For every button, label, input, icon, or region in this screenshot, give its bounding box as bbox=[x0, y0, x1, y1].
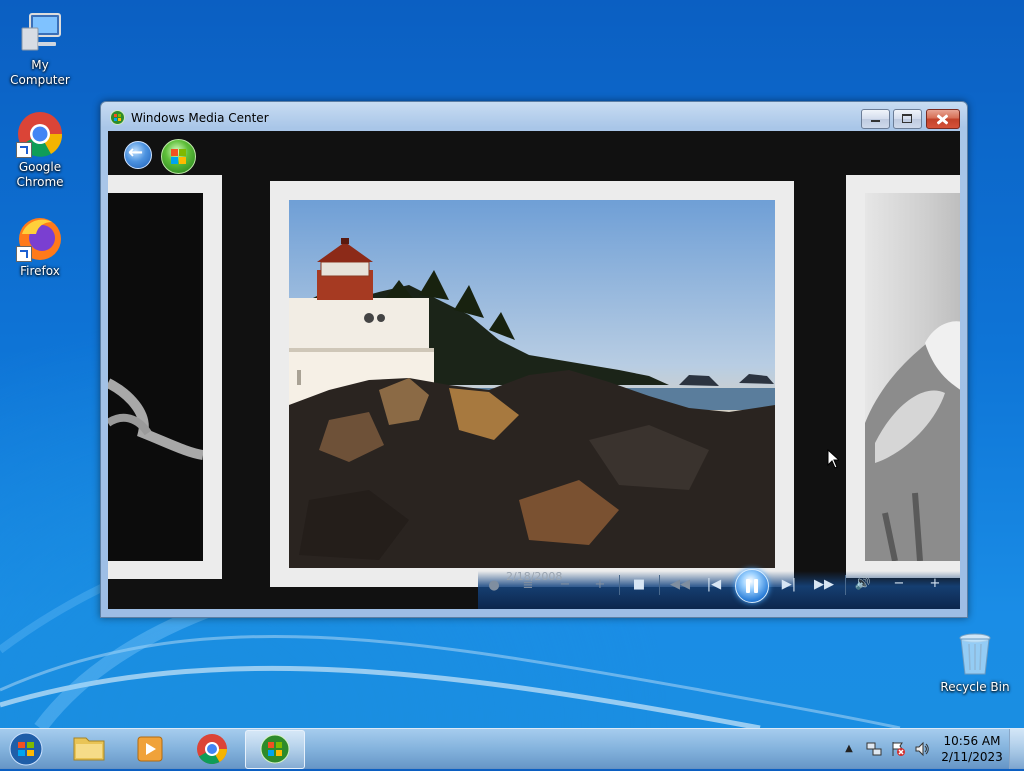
desktop-icon-firefox[interactable]: Firefox bbox=[0, 214, 80, 279]
maximize-button[interactable] bbox=[893, 109, 922, 129]
network-icon[interactable] bbox=[866, 741, 882, 757]
rating-icon[interactable]: ● bbox=[487, 578, 501, 594]
action-center-icon[interactable] bbox=[890, 741, 906, 757]
chrome-icon bbox=[197, 734, 227, 765]
show-desktop-button[interactable] bbox=[1009, 729, 1024, 769]
media-center-icon bbox=[110, 110, 125, 125]
taskbar-media-player[interactable] bbox=[121, 730, 179, 767]
clock-time[interactable]: 10:56 AM bbox=[937, 734, 1007, 748]
previous-photo-image bbox=[108, 193, 203, 561]
desktop-icon-google-chrome[interactable]: Google Chrome bbox=[0, 110, 80, 190]
shortcut-arrow-icon bbox=[16, 246, 32, 262]
computer-icon bbox=[16, 8, 64, 56]
desktop-icon-label: Recycle Bin bbox=[940, 680, 1010, 694]
zoom-out-icon[interactable]: − bbox=[558, 577, 572, 593]
current-photo[interactable] bbox=[270, 181, 794, 587]
taskbar-file-explorer[interactable] bbox=[60, 730, 118, 767]
rewind-icon[interactable]: ◀◀ bbox=[670, 577, 690, 593]
stop-icon[interactable]: ■ bbox=[632, 577, 646, 593]
close-button[interactable] bbox=[926, 109, 960, 129]
previous-track-icon[interactable]: |◀ bbox=[705, 577, 723, 593]
pause-icon[interactable] bbox=[735, 569, 769, 603]
volume-up-icon[interactable]: + bbox=[928, 576, 942, 592]
fast-forward-icon[interactable]: ▶▶ bbox=[814, 577, 834, 593]
back-arrow-icon[interactable] bbox=[124, 141, 152, 169]
minimize-button[interactable] bbox=[861, 109, 890, 129]
zoom-in-icon[interactable]: + bbox=[593, 577, 607, 593]
next-track-icon[interactable]: ▶| bbox=[780, 577, 798, 593]
firefox-icon bbox=[16, 214, 64, 262]
details-icon[interactable]: ≡ bbox=[520, 578, 536, 594]
desktop-icon-label: Firefox bbox=[20, 264, 60, 278]
lighthouse-photo bbox=[289, 200, 775, 568]
volume-down-icon[interactable]: − bbox=[892, 576, 906, 592]
desktop-icon-my-computer[interactable]: My Computer bbox=[0, 8, 80, 88]
show-hidden-icons-button[interactable]: ▲ bbox=[843, 741, 855, 757]
clock-date[interactable]: 2/11/2023 bbox=[937, 750, 1007, 764]
windows-orb-icon bbox=[9, 732, 43, 766]
title-bar[interactable]: Windows Media Center bbox=[101, 102, 967, 132]
next-photo[interactable] bbox=[846, 175, 960, 578]
volume-icon[interactable]: 🔊 bbox=[854, 576, 872, 592]
desktop-icon-label: Google Chrome bbox=[16, 160, 64, 189]
desktop-icon-recycle-bin[interactable]: Recycle Bin bbox=[935, 630, 1015, 695]
speaker-icon[interactable] bbox=[914, 741, 930, 757]
media-center-window[interactable]: Windows Media Center ← 2/18/2008 ● ≡ − +… bbox=[100, 101, 968, 618]
media-center-start-button[interactable] bbox=[161, 139, 196, 174]
window-title: Windows Media Center bbox=[131, 111, 269, 125]
taskbar: ▲ 10:56 AM 2/11/2023 bbox=[0, 728, 1024, 769]
next-photo-image bbox=[865, 193, 960, 561]
recycle-bin-icon bbox=[951, 630, 999, 678]
folder-icon bbox=[73, 737, 105, 761]
mouse-cursor-icon bbox=[827, 449, 839, 469]
taskbar-media-center[interactable] bbox=[245, 730, 305, 769]
slideshow-area[interactable]: 2/18/2008 ● ≡ − + ■ ◀◀ |◀ ▶| ▶▶ 🔊 − + bbox=[108, 131, 960, 609]
chrome-icon bbox=[16, 110, 64, 158]
taskbar-chrome[interactable] bbox=[183, 730, 241, 767]
shortcut-arrow-icon bbox=[16, 142, 32, 158]
media-player-icon bbox=[137, 736, 163, 762]
previous-photo[interactable] bbox=[108, 175, 222, 579]
windows-logo-icon bbox=[171, 149, 186, 164]
start-button[interactable] bbox=[6, 731, 46, 767]
desktop-icon-label: My Computer bbox=[10, 58, 70, 87]
media-center-icon bbox=[260, 734, 290, 764]
